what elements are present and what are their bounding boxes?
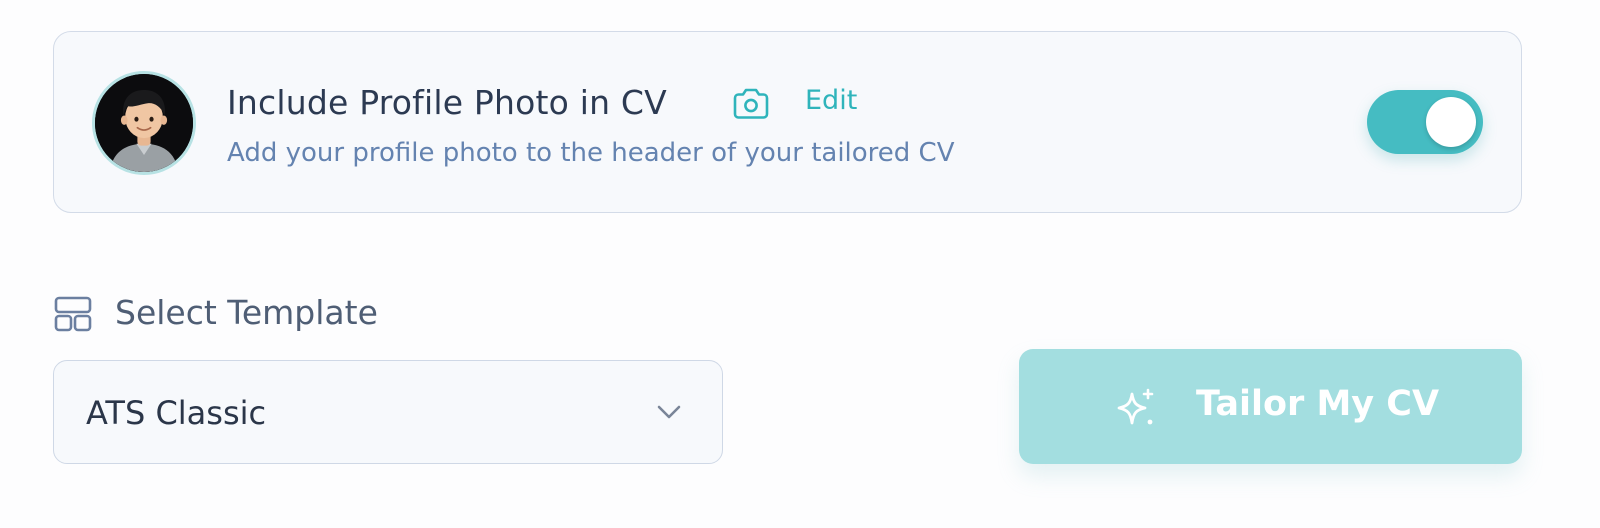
sparkle-icon [1112,386,1158,432]
select-template-label: Select Template [115,293,378,332]
template-selected-value: ATS Classic [86,394,267,432]
tailor-cv-label: Tailor My CV [1196,384,1440,424]
include-photo-toggle[interactable] [1367,90,1483,154]
template-select[interactable]: ATS Classic [53,360,723,464]
toggle-knob [1426,97,1476,147]
photo-option-subtitle: Add your profile photo to the header of … [227,138,955,168]
cv-tailor-panel: Include Profile Photo in CV Edit Add you… [0,0,1600,528]
avatar [92,71,196,175]
profile-photo-card: Include Profile Photo in CV Edit Add you… [53,31,1522,213]
chevron-down-icon [654,401,684,423]
photo-option-title: Include Profile Photo in CV [227,83,667,122]
edit-photo-link[interactable]: Edit [805,85,857,116]
layout-template-icon [53,295,93,333]
tailor-cv-button[interactable]: Tailor My CV [1019,349,1522,464]
camera-icon[interactable] [731,87,771,121]
